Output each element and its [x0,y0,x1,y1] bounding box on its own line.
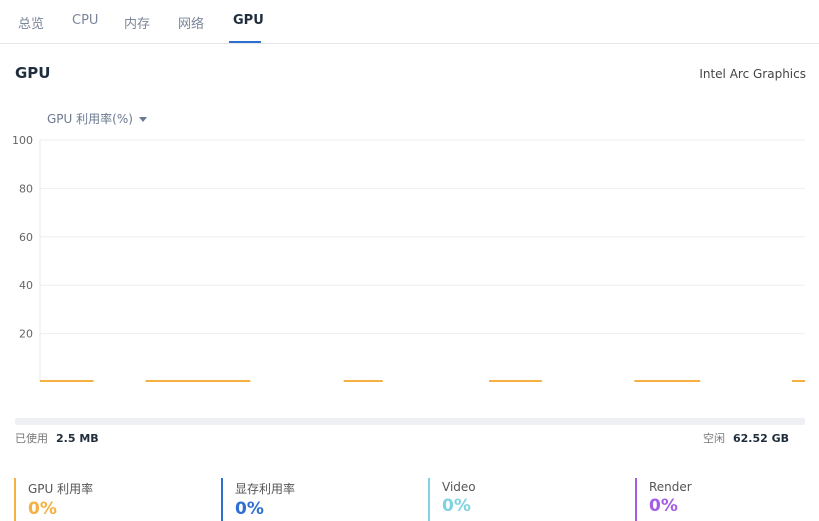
stat-label: Render [649,480,692,494]
memory-used: 已使用 2.5 MB [15,430,99,446]
stat-label: Video [442,480,476,494]
tab-memory[interactable]: 内存 [124,13,150,32]
stat-value: 0% [442,496,471,516]
y-tick-label: 100 [12,134,33,147]
tab-network[interactable]: 网络 [178,13,204,32]
y-tick-label: 40 [19,279,33,292]
stat-video: Video 0% [428,478,618,521]
stat-label: GPU 利用率 [28,482,94,496]
metric-dropdown-label: GPU 利用率(%) [47,112,133,126]
stat-value: 0% [649,496,678,516]
memory-used-label: 已使用 [15,432,48,445]
stat-label: 显存利用率 [235,482,296,496]
y-tick-label: 20 [19,328,33,341]
gpu-usage-chart: 100 80 60 40 20 [12,134,805,382]
memory-free: 空闲 62.52 GB [703,430,789,446]
active-tab-indicator [229,41,261,43]
memory-used-value: 2.5 MB [56,432,99,445]
stat-gpu-utilization: GPU 利用率 0% [14,478,204,521]
stat-render: Render 0% [635,478,819,521]
tab-cpu[interactable]: CPU [72,13,98,28]
memory-free-value: 62.52 GB [732,432,789,445]
tab-overview[interactable]: 总览 [18,13,44,32]
memory-usage-bar [15,418,805,425]
y-tick-label: 80 [19,182,33,195]
caret-down-icon [138,117,147,122]
memory-free-label: 空闲 [702,432,725,445]
section-title: GPU [15,64,51,82]
stat-vram-utilization: 显存利用率 0% [221,478,411,521]
y-tick-label: 60 [19,231,33,244]
stat-value: 0% [235,499,264,519]
tab-gpu[interactable]: GPU [233,13,264,28]
stat-value: 0% [28,499,57,519]
adapter-name: Intel Arc Graphics [699,67,806,81]
tab-bar: 总览 CPU 内存 网络 GPU [0,0,819,44]
metric-dropdown[interactable]: GPU 利用率(%) [47,110,147,127]
